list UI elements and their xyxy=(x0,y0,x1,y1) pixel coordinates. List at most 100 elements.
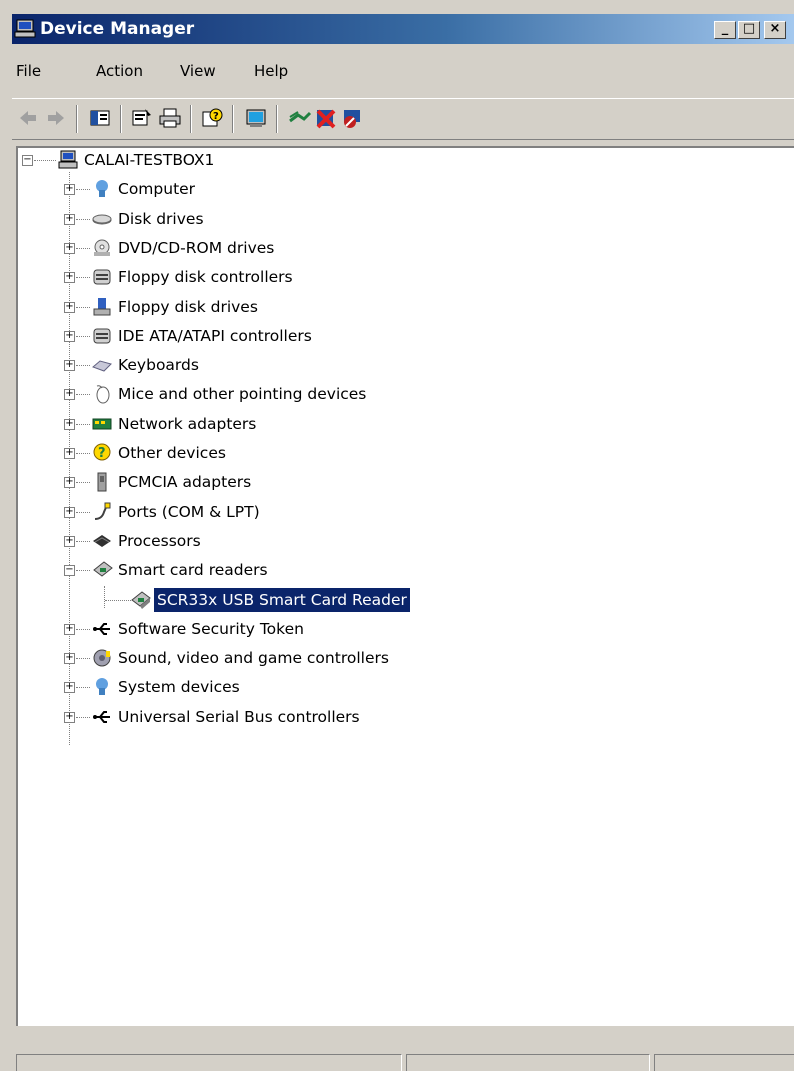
expand-toggle[interactable]: + xyxy=(64,448,75,459)
category-label: Network adapters xyxy=(118,414,257,433)
expand-toggle[interactable]: + xyxy=(64,242,75,254)
maximize-button[interactable]: □ xyxy=(738,21,760,39)
root-label: CALAI-TESTBOX1 xyxy=(84,151,215,169)
tree-node-ports-com-lpt[interactable]: + Ports (COM & LPT) xyxy=(18,500,478,524)
toolbar-separator xyxy=(120,105,122,133)
device-manager-window: Device Manager _ □ × File Action View He… xyxy=(0,0,794,1071)
category-label: Other devices xyxy=(118,444,226,462)
category-label: Ports (COM & LPT) xyxy=(118,502,260,521)
tree-node-sound-video-and-game-controllers[interactable]: + Sound, video and game controllers xyxy=(18,646,478,670)
dvd-drive-icon xyxy=(92,238,112,258)
tree-connector xyxy=(34,160,56,161)
toolbar-separator xyxy=(276,105,278,133)
category-label: PCMCIA adapters xyxy=(118,473,252,492)
expand-toggle[interactable]: + xyxy=(64,360,75,372)
svg-text:?: ? xyxy=(98,446,106,461)
tree-connector xyxy=(76,540,90,542)
tree-connector xyxy=(76,511,90,513)
expand-toggle[interactable]: + xyxy=(64,213,75,225)
collapse-toggle[interactable]: − xyxy=(22,155,33,166)
menu-action[interactable]: Action xyxy=(96,62,143,80)
computer-root-icon xyxy=(58,150,78,170)
tree-node-floppy-disk-controllers[interactable]: + Floppy disk controllers xyxy=(18,265,478,289)
tree-connector xyxy=(76,189,90,191)
toolbar-separator xyxy=(232,105,234,133)
tree-node-smart-card-readers[interactable]: − Smart card readers xyxy=(18,558,478,582)
port-icon xyxy=(92,502,112,522)
category-label: DVD/CD-ROM drives xyxy=(118,238,275,257)
tree-connector xyxy=(76,306,90,308)
network-adapter-icon xyxy=(92,414,112,434)
tree-node-processors[interactable]: + Processors xyxy=(18,529,478,553)
tree-node-ide-ata-atapi-controllers[interactable]: + IDE ATA/ATAPI controllers xyxy=(18,324,478,348)
tree-node-scr33x[interactable]: SCR33x USB Smart Card Reader xyxy=(18,588,498,612)
menu-help[interactable]: Help xyxy=(254,62,288,80)
close-button[interactable]: × xyxy=(764,21,786,39)
help-icon[interactable]: ? xyxy=(200,107,224,129)
category-label: IDE ATA/ATAPI controllers xyxy=(118,326,312,345)
tree-node-software-security-token[interactable]: + Software Security Token xyxy=(18,617,478,641)
tree-node-mice-and-other-pointing-devices[interactable]: + Mice and other pointing devices xyxy=(18,382,478,406)
tree-connector xyxy=(76,365,90,367)
forward-icon[interactable] xyxy=(44,107,68,129)
tree-node-network-adapters[interactable]: + Network adapters xyxy=(18,412,478,436)
expand-toggle[interactable]: + xyxy=(64,653,75,665)
tree-node-floppy-disk-drives[interactable]: + Floppy disk drives xyxy=(18,295,478,319)
expand-toggle[interactable]: + xyxy=(64,389,75,401)
uninstall-icon[interactable] xyxy=(314,107,338,129)
tree-connector xyxy=(76,247,90,249)
expand-toggle[interactable]: + xyxy=(64,506,75,518)
properties-icon[interactable] xyxy=(130,107,154,129)
tree-node-universal-serial-bus-controllers[interactable]: + Universal Serial Bus controllers xyxy=(18,705,478,729)
expand-toggle[interactable]: + xyxy=(64,477,75,489)
tree-node-other-devices[interactable]: +? Other devices xyxy=(18,441,478,465)
system-device-icon xyxy=(92,677,112,697)
svg-text:?: ? xyxy=(213,111,219,122)
update-driver-icon[interactable] xyxy=(288,107,312,129)
status-panel-right xyxy=(654,1054,794,1071)
expand-toggle[interactable]: + xyxy=(64,682,75,694)
smart-card-reader-icon xyxy=(92,560,113,580)
collapse-toggle[interactable]: − xyxy=(64,565,75,577)
expand-toggle[interactable]: + xyxy=(64,711,75,723)
print-icon[interactable] xyxy=(158,107,182,129)
tree-root-node[interactable]: − CALAI-TESTBOX1 xyxy=(18,148,318,172)
tree-connector xyxy=(76,394,90,396)
back-icon[interactable] xyxy=(16,107,40,129)
tree-node-computer[interactable]: + Computer xyxy=(18,177,478,201)
minimize-button[interactable]: _ xyxy=(714,21,736,39)
category-label: System devices xyxy=(118,678,240,697)
expand-toggle[interactable]: + xyxy=(64,535,75,547)
usb-icon xyxy=(92,619,112,639)
menu-bar: File Action View Help xyxy=(12,48,794,96)
disable-icon[interactable] xyxy=(340,107,364,129)
window-title: Device Manager xyxy=(40,19,195,39)
computer-icon xyxy=(92,179,112,199)
sound-icon xyxy=(92,648,112,668)
toolbar-separator xyxy=(76,105,78,133)
expand-toggle[interactable]: + xyxy=(64,301,75,313)
tree-node-keyboards[interactable]: + Keyboards xyxy=(18,353,478,377)
scan-hardware-icon[interactable] xyxy=(244,107,268,129)
status-panel-main xyxy=(16,1054,402,1071)
tree-node-pcmcia-adapters[interactable]: + PCMCIA adapters xyxy=(18,470,478,494)
show-hide-console-tree-icon[interactable] xyxy=(88,107,112,129)
keyboard-icon xyxy=(92,355,112,375)
expand-toggle[interactable]: + xyxy=(64,418,75,430)
expand-toggle[interactable]: + xyxy=(64,330,75,342)
category-label: Sound, video and game controllers xyxy=(118,649,389,668)
menu-view[interactable]: View xyxy=(180,62,216,80)
tree-node-disk-drives[interactable]: + Disk drives xyxy=(18,207,478,231)
tree-node-system-devices[interactable]: + System devices xyxy=(18,675,478,699)
category-label: Keyboards xyxy=(118,356,199,375)
device-tree[interactable]: − CALAI-TESTBOX1 + Computer + Disk drives + D… xyxy=(16,146,794,1026)
menu-file[interactable]: File xyxy=(16,62,41,80)
category-label: Software Security Token xyxy=(118,619,304,638)
category-label: Floppy disk controllers xyxy=(118,268,293,287)
expand-toggle[interactable]: + xyxy=(64,272,75,284)
title-bar[interactable]: Device Manager _ □ × xyxy=(12,14,794,44)
expand-toggle[interactable]: + xyxy=(64,623,75,635)
tree-connector xyxy=(76,218,90,220)
expand-toggle[interactable]: + xyxy=(64,184,75,196)
tree-node-dvd-cd-rom-drives[interactable]: + DVD/CD-ROM drives xyxy=(18,236,478,260)
